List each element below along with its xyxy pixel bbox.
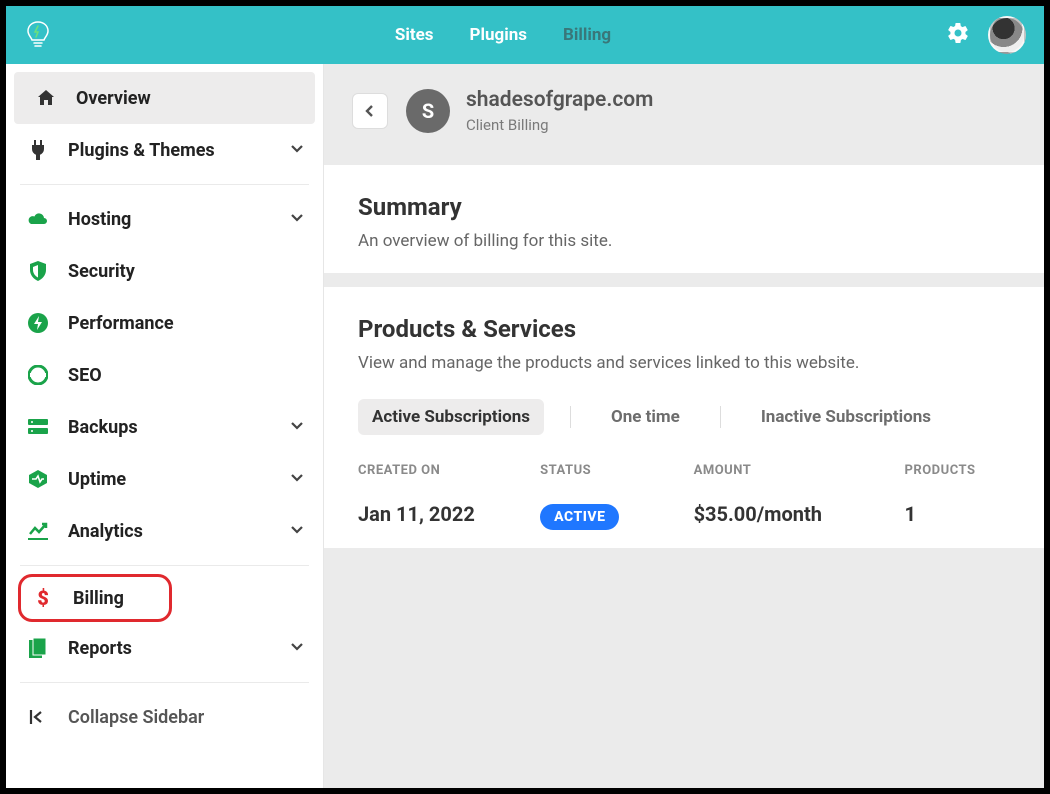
sidebar-item-plugins-themes[interactable]: Plugins & Themes (6, 124, 323, 176)
back-button[interactable] (352, 93, 388, 129)
cloud-icon (24, 207, 52, 231)
subscription-tabs: Active Subscriptions One time Inactive S… (358, 399, 1010, 435)
nav-billing[interactable]: Billing (563, 25, 611, 45)
col-created: CREATED ON (358, 463, 540, 478)
sidebar-item-label: SEO (68, 365, 102, 386)
sidebar-item-reports[interactable]: Reports (6, 622, 323, 674)
reports-icon (24, 636, 52, 660)
tab-separator (720, 406, 721, 428)
summary-panel: Summary An overview of billing for this … (324, 165, 1044, 273)
sidebar: Overview Plugins & Themes Hosting (6, 64, 324, 788)
sidebar-item-performance[interactable]: Performance (6, 297, 323, 349)
app-logo[interactable] (24, 19, 52, 51)
products-table-header: CREATED ON STATUS AMOUNT PRODUCTS (358, 463, 1010, 478)
products-desc: View and manage the products and service… (358, 353, 1010, 373)
sidebar-item-hosting[interactable]: Hosting (6, 193, 323, 245)
tab-active-subscriptions[interactable]: Active Subscriptions (358, 399, 544, 435)
sidebar-collapse[interactable]: Collapse Sidebar (6, 691, 323, 743)
tab-separator (570, 406, 571, 428)
sidebar-item-label: Performance (68, 313, 174, 334)
nav-plugins[interactable]: Plugins (470, 25, 527, 45)
sidebar-item-label: Overview (76, 88, 151, 109)
chevron-down-icon (289, 209, 305, 230)
chevron-left-icon (364, 104, 376, 118)
col-status: STATUS (540, 463, 693, 478)
summary-desc: An overview of billing for this site. (358, 231, 1010, 251)
sidebar-item-label: Hosting (68, 209, 131, 230)
cell-products: 1 (905, 502, 1010, 526)
shield-icon (24, 259, 52, 283)
sidebar-item-label: Reports (68, 638, 132, 659)
sidebar-item-label: Security (68, 261, 135, 282)
chevron-down-icon (289, 140, 305, 161)
collapse-icon (24, 705, 52, 729)
gear-icon[interactable] (946, 21, 970, 49)
sidebar-item-label: Analytics (68, 521, 143, 542)
cell-created: Jan 11, 2022 (358, 502, 540, 526)
sidebar-item-label: Backups (68, 417, 138, 438)
sidebar-item-label: Uptime (68, 469, 126, 490)
breadcrumb: Client Billing (466, 116, 653, 134)
analytics-icon (24, 519, 52, 543)
chevron-down-icon (289, 521, 305, 542)
cell-status: ACTIVE (540, 502, 693, 526)
products-panel: Products & Services View and manage the … (324, 287, 1044, 548)
sidebar-item-label: Plugins & Themes (68, 140, 215, 161)
sidebar-item-label: Billing (73, 588, 124, 609)
products-title: Products & Services (358, 315, 1010, 343)
col-products: PRODUCTS (905, 463, 1010, 478)
page-header: S shadesofgrape.com Client Billing (324, 64, 1044, 164)
status-badge: ACTIVE (540, 504, 619, 530)
user-avatar[interactable] (988, 16, 1026, 54)
sidebar-item-label: Collapse Sidebar (68, 707, 204, 728)
cell-amount: $35.00/month (694, 502, 905, 526)
chevron-down-icon (289, 469, 305, 490)
chevron-down-icon (289, 417, 305, 438)
plug-icon (24, 138, 52, 162)
sidebar-item-overview[interactable]: Overview (14, 72, 315, 124)
home-icon (32, 86, 60, 110)
sidebar-item-backups[interactable]: Backups (6, 401, 323, 453)
chevron-down-icon (289, 638, 305, 659)
sidebar-item-security[interactable]: Security (6, 245, 323, 297)
uptime-icon (24, 467, 52, 491)
bolt-icon (24, 311, 52, 335)
sidebar-item-analytics[interactable]: Analytics (6, 505, 323, 557)
sidebar-item-seo[interactable]: SEO (6, 349, 323, 401)
table-row[interactable]: Jan 11, 2022 ACTIVE $35.00/month 1 (358, 502, 1010, 526)
site-name: shadesofgrape.com (466, 88, 653, 112)
col-amount: AMOUNT (694, 463, 905, 478)
sidebar-item-billing[interactable]: $ Billing (18, 574, 172, 622)
summary-title: Summary (358, 193, 1010, 221)
nav-sites[interactable]: Sites (395, 25, 434, 45)
tab-one-time[interactable]: One time (597, 399, 694, 435)
lightbulb-icon (25, 20, 51, 50)
site-initial-badge: S (406, 89, 450, 133)
sidebar-item-uptime[interactable]: Uptime (6, 453, 323, 505)
tab-inactive-subscriptions[interactable]: Inactive Subscriptions (747, 399, 945, 435)
dollar-icon: $ (29, 586, 57, 610)
storage-icon (24, 415, 52, 439)
seo-icon (24, 363, 52, 387)
